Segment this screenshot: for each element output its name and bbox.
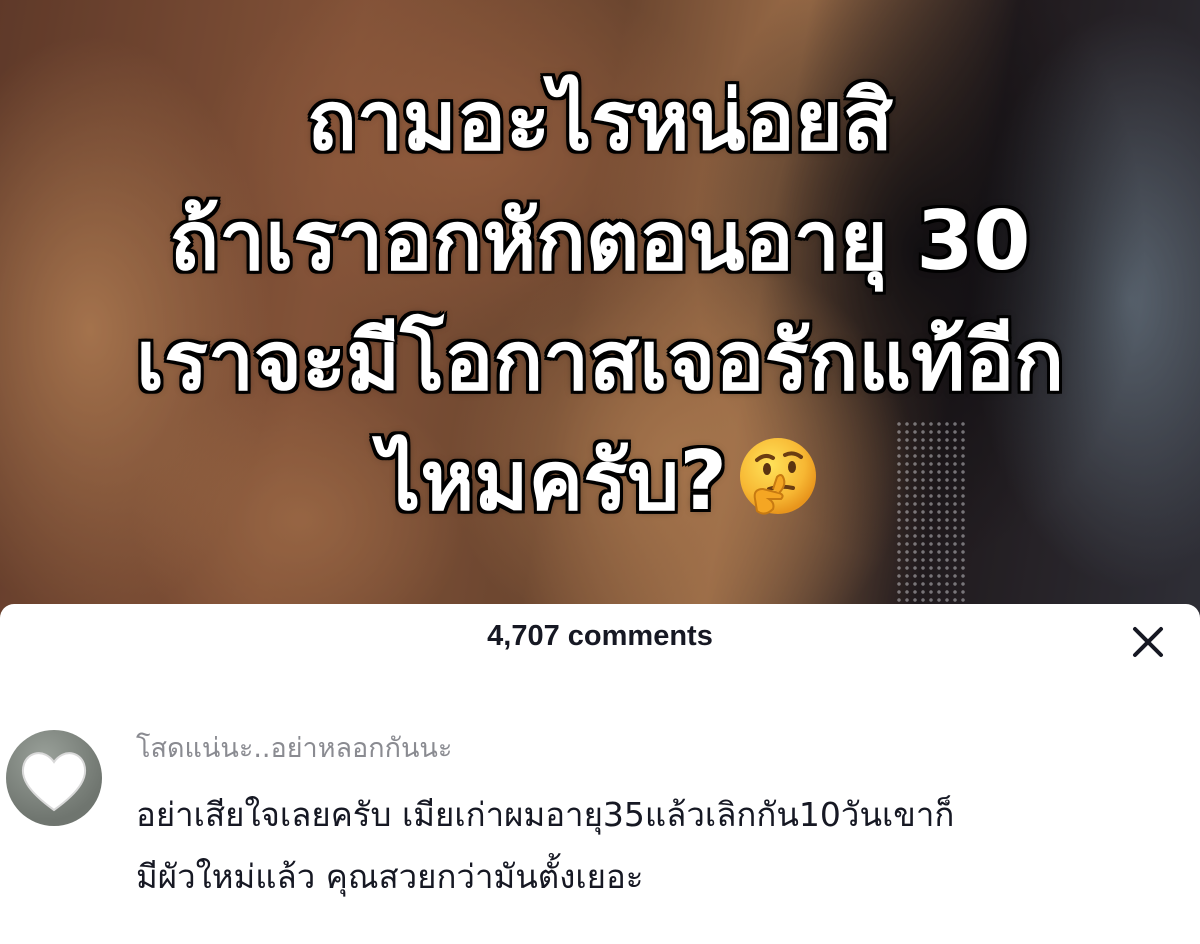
comment-item: โสดแน่นะ..อย่าหลอกกันนะ อย่าเสียใจเลยครั… [0, 722, 1200, 932]
screen: ถามอะไรหน่อยสิ ถ้าเราอกหักตอนอายุ 30 เรา… [0, 0, 1200, 944]
caption-line-2: ถ้าเราอกหักตอนอายุ 30 [169, 194, 1031, 289]
caption-line-3: เราจะมีโอกาสเจอรักแท้อีก [135, 314, 1065, 409]
caption-line-1: ถามอะไรหน่อยสิ [307, 74, 893, 169]
video-caption: ถามอะไรหน่อยสิ ถ้าเราอกหักตอนอายุ 30 เรา… [0, 62, 1200, 542]
comments-sheet: 4,707 comments โสดแน่นะ..อย่าหลอกกันนะ อ… [0, 604, 1200, 944]
heart-icon [21, 752, 87, 812]
comment-line-2: มีผัวใหม่แล้ว คุณสวยกว่ามันตั้งเยอะ [136, 857, 644, 896]
close-icon[interactable] [1126, 620, 1170, 664]
comments-count-title: 4,707 comments [487, 620, 713, 652]
thinking-face-icon [735, 433, 821, 519]
caption-line-4: ไหมครับ? [379, 434, 727, 529]
comment-line-1: อย่าเสียใจเลยครับ เมียเก่าผมอายุ35แล้วเล… [136, 795, 955, 834]
avatar[interactable] [6, 730, 102, 826]
comment-body: อย่าเสียใจเลยครับ เมียเก่าผมอายุ35แล้วเล… [136, 784, 1176, 908]
caption-line-4-wrap: ไหมครับ? [0, 422, 1200, 542]
comment-username[interactable]: โสดแน่นะ..อย่าหลอกกันนะ [136, 726, 452, 769]
video-player[interactable]: ถามอะไรหน่อยสิ ถ้าเราอกหักตอนอายุ 30 เรา… [0, 0, 1200, 620]
